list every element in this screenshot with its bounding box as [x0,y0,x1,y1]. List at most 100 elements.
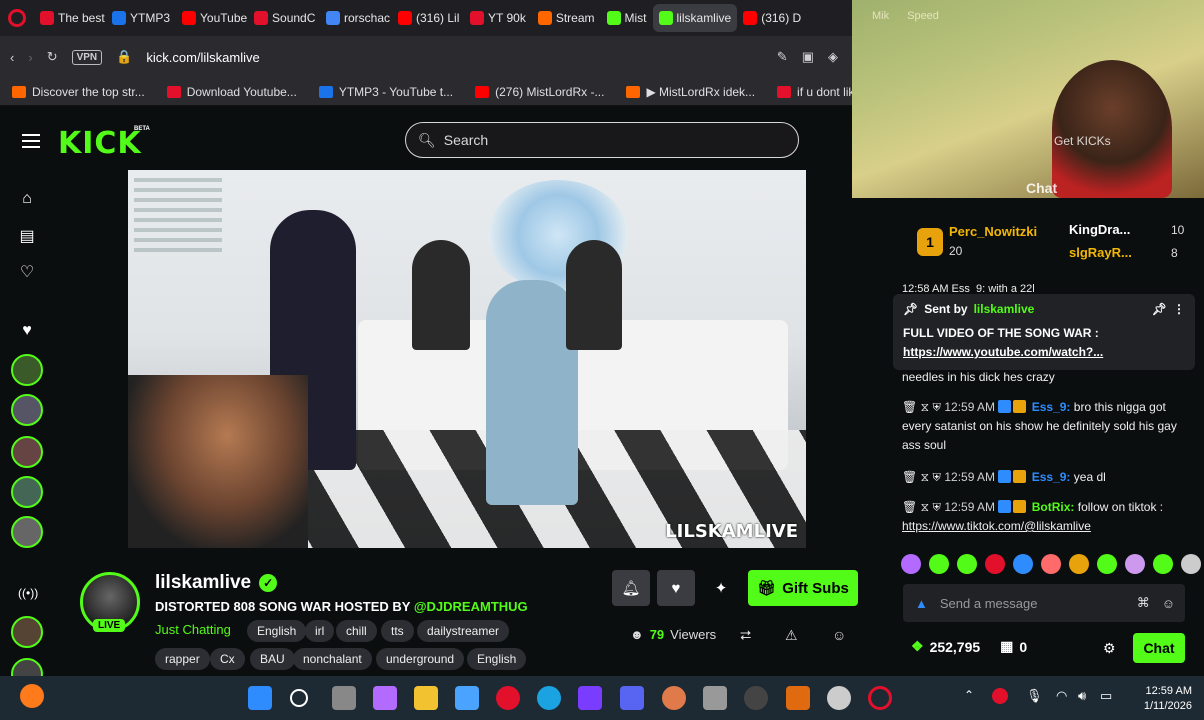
message-link[interactable]: https://www.tiktok.com/@lilskamlive [902,519,1091,533]
opera-icon[interactable] [8,9,26,27]
app-icon[interactable] [578,686,602,710]
emote-icon[interactable] [985,554,1005,574]
bookmark-item[interactable]: YTMP3 - YouTube t... [318,85,453,99]
url-field[interactable]: kick.com/lilskamlive [146,50,259,65]
chat-send-button[interactable]: Chat [1133,633,1185,663]
more-icon[interactable]: ⋮ [1173,302,1185,316]
file-explorer-icon[interactable] [414,686,438,710]
browser-tab[interactable]: Mist [601,4,653,32]
stream-tag[interactable]: underground [376,648,465,670]
stream-tag[interactable]: rapper [155,648,210,670]
unpin-icon[interactable]: 📌︎ [1152,302,1167,316]
emote-icon[interactable] [1125,554,1145,574]
pinned-link[interactable]: https://www.youtube.com/watch?... [903,345,1185,359]
mic-icon[interactable]: 🎙︎ [1026,688,1043,704]
stream-tag[interactable]: English [247,620,307,642]
stream-tag[interactable]: chill [336,620,377,642]
chat-message[interactable]: 🗑︎ ⧖ ⛨ 12:59 AM Ess_9: bro this nigga go… [902,398,1197,455]
discord-icon[interactable] [620,686,644,710]
send-message-input[interactable]: ▲ Send a message ⌘ ☺ [903,584,1185,622]
followed-channel-avatar[interactable] [11,354,43,386]
opera-gx-icon[interactable] [868,686,892,710]
following-heart-icon[interactable]: ♡ [18,264,36,282]
opera-icon[interactable] [496,686,520,710]
timeout-icon[interactable]: ⧖ [921,500,929,514]
emote-icon[interactable] [929,554,949,574]
emote-icon[interactable] [1181,554,1201,574]
follow-button[interactable]: ♥ [657,570,695,606]
stream-tag[interactable]: English [467,648,527,670]
followed-channel-avatar[interactable] [11,394,43,426]
camera-app-icon[interactable] [703,686,727,710]
message-user[interactable]: BotRix: [1032,500,1075,514]
bookmark-item[interactable]: (276) MistLordRx -... [475,85,604,99]
app-icon[interactable] [20,684,44,708]
bookmark-item[interactable]: Download Youtube... [166,85,297,99]
browse-icon[interactable]: ▤ [18,228,36,246]
kick-logo[interactable]: KICK [58,126,142,161]
task-view-icon[interactable] [332,686,356,710]
command-icon[interactable]: ⌘ [1137,595,1150,611]
timeout-icon[interactable]: ⧖ [921,470,929,484]
leader-second-name[interactable]: KingDra... [1069,222,1130,237]
emote-icon[interactable] [1069,554,1089,574]
stream-tag[interactable]: Cx [210,648,245,670]
browser-tab[interactable]: Stream [532,4,601,32]
ban-icon[interactable]: ⛨ [932,470,941,484]
forward-icon[interactable]: › [28,50,32,65]
system-clock[interactable]: 12:59 AM 1/11/2026 [1144,684,1192,714]
camera-icon[interactable]: ▣ [802,49,814,65]
delete-icon[interactable]: 🗑︎ [902,470,917,484]
channel-points[interactable]: ❖ 252,795 ▦ 0 [911,638,1027,655]
user-add-icon[interactable]: ☺ [832,627,846,643]
emote-icon[interactable] [1097,554,1117,574]
back-icon[interactable]: ‹ [10,50,14,65]
host-mention[interactable]: @DJDREAMTHUG [414,599,528,614]
wifi-icon[interactable]: ◠ [1056,688,1067,704]
emote-icon[interactable] [901,554,921,574]
browser-tab[interactable]: (316) D [737,4,807,32]
stream-tag[interactable]: tts [381,620,414,642]
channel-name[interactable]: lilskamlive ✓ [155,572,278,594]
vpn-badge[interactable]: VPN [71,49,103,65]
emote-icon[interactable] [1153,554,1173,574]
settings-icon[interactable]: ⚙ [1103,640,1116,657]
leader-first-name[interactable]: Perc_Nowitzki [949,224,1037,239]
live-broadcast-icon[interactable]: ((•)) [18,584,38,602]
browser-tab[interactable]: YouTube [176,4,248,32]
ban-icon[interactable]: ⛨ [932,400,941,414]
video-player[interactable]: LILSKAMLIVE [128,170,806,548]
browser-tab[interactable]: The best [34,4,106,32]
category-link[interactable]: Just Chatting [155,622,231,637]
stream-tag[interactable]: nonchalant [293,648,372,670]
app-icon[interactable] [455,686,479,710]
edit-icon[interactable]: ✎ [777,49,788,65]
chat-message[interactable]: 🗑︎ ⧖ ⛨ 12:59 AM Ess_9: yea dl [902,468,1197,487]
browser-tab[interactable]: lilskamlive [652,4,738,32]
volume-icon[interactable]: 🔊︎ [1078,688,1086,704]
emote-icon[interactable] [957,554,977,574]
pinned-user[interactable]: lilskamlive [974,302,1035,316]
browser-tab[interactable]: YT 90k [464,4,532,32]
menu-icon[interactable] [22,134,40,148]
ban-icon[interactable]: ⛨ [932,500,941,514]
message-user[interactable]: Ess_9: [1032,470,1071,484]
browser-tab[interactable]: (316) Lil [392,4,464,32]
stream-tag[interactable]: BAU [250,648,295,670]
message-user[interactable]: Ess_9: [1032,400,1071,414]
reload-icon[interactable]: ↻ [47,49,58,65]
leader-third-name[interactable]: slgRayR... [1069,245,1132,260]
store-icon[interactable]: ▦ [1000,638,1013,655]
followed-channel-avatar[interactable] [11,516,43,548]
heart-icon[interactable]: ♥ [18,322,36,340]
stream-tag[interactable]: irl [305,620,335,642]
app-icon[interactable] [744,686,768,710]
sparkle-button[interactable]: ✦ [702,570,740,606]
emote-icon[interactable] [1041,554,1061,574]
followed-channel-avatar[interactable] [11,616,43,648]
browser-tab[interactable]: rorschac [320,4,392,32]
notification-bell-button[interactable]: 🔔︎ [612,570,650,606]
windows-start-icon[interactable] [248,686,272,710]
browser-tab[interactable]: YTMP3 [106,4,176,32]
bookmark-item[interactable]: Discover the top str... [12,85,145,99]
